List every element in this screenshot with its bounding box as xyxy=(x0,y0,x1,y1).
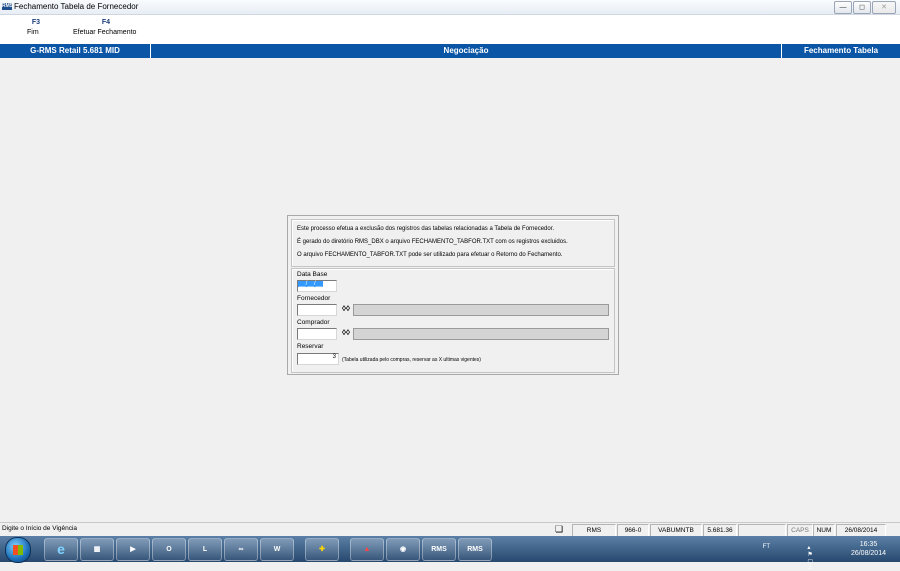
tray-icons[interactable]: ▴ ⚑ ▢ ♫ xyxy=(807,544,816,571)
fornecedor-input[interactable] xyxy=(297,304,337,316)
clock-time: 16:35 xyxy=(859,541,878,548)
status-bar: Digite o Início de Vigência ❏ RMS 966-0 … xyxy=(0,522,900,537)
language-indicator[interactable]: FT xyxy=(763,544,770,550)
ie-icon[interactable]: e xyxy=(44,538,78,561)
maximize-button[interactable]: ◻ xyxy=(853,1,871,14)
data-base-label: Data Base xyxy=(297,271,328,278)
info-line-1: Este processo efetua a exclusão dos regi… xyxy=(297,226,555,232)
data-base-value: __/__/__ xyxy=(298,281,324,287)
binoculars-search-icon[interactable]: ◊◊ xyxy=(341,328,351,338)
system-version: G-RMS Retail 5.681 MID xyxy=(0,44,151,58)
reservar-note: (Tabela utilizada pelo compras, reservar… xyxy=(342,357,481,363)
reservar-label: Reservar xyxy=(297,343,324,350)
f4-key: F4 xyxy=(101,19,111,26)
info-bar: G-RMS Retail 5.681 MID Negociação Fecham… xyxy=(0,43,900,58)
form-panel: Data Base __/__/__ Fornecedor ◊◊ Comprad… xyxy=(291,268,615,373)
reservar-input[interactable]: 3 xyxy=(297,353,339,365)
fornecedor-label: Fornecedor xyxy=(297,295,331,302)
rms-app-icon: RMS xyxy=(2,3,14,10)
word-icon[interactable]: W xyxy=(260,538,294,561)
lync-icon[interactable]: L xyxy=(188,538,222,561)
f3-fim-button[interactable]: F3 Fim xyxy=(22,19,50,36)
info-line-2: É gerado do diretório RMS_DBX o arquivo … xyxy=(297,239,568,245)
comprador-label: Comprador xyxy=(297,319,330,326)
f4-efetuar-fechamento-button[interactable]: F4 Efetuar Fechamento xyxy=(68,19,144,36)
f3-key: F3 xyxy=(31,19,41,26)
explorer-icon[interactable]: ▦ xyxy=(80,538,114,561)
outlook-icon[interactable]: O xyxy=(152,538,186,561)
minimize-button[interactable]: — xyxy=(834,1,852,14)
module-name: Negociação xyxy=(151,44,782,58)
binoculars-search-icon[interactable]: ◊◊ xyxy=(341,304,351,314)
function-name: Fechamento Tabela xyxy=(803,46,879,55)
rms-taskbar-button[interactable]: RMS xyxy=(422,538,456,561)
app-icon[interactable]: ∞ xyxy=(224,538,258,561)
window-controls: — ◻ ✕ xyxy=(834,1,896,14)
comprador-input[interactable] xyxy=(297,328,337,340)
rms-taskbar-button[interactable]: RMS xyxy=(458,538,492,561)
clipboard-icon: ❏ xyxy=(554,524,564,534)
close-button[interactable]: ✕ xyxy=(872,1,896,14)
media-icon[interactable]: ▶ xyxy=(116,538,150,561)
data-base-input[interactable]: __/__/__ xyxy=(297,280,337,292)
function-key-bar: F3 Fim F4 Efetuar Fechamento xyxy=(0,15,900,43)
clock-date: 26/08/2014 xyxy=(850,550,886,557)
info-panel: Este processo efetua a exclusão dos regi… xyxy=(291,219,615,267)
install-icon[interactable]: ✚ xyxy=(305,538,339,561)
f3-label: Fim xyxy=(27,29,39,36)
fechamento-dialog: Este processo efetua a exclusão dos regi… xyxy=(287,215,619,375)
f4-label: Efetuar Fechamento xyxy=(73,29,137,36)
start-button[interactable] xyxy=(5,537,31,563)
fornecedor-name-display xyxy=(353,304,609,316)
info-line-3: O arquivo FECHAMENTO_TABFOR.TXT pode ser… xyxy=(297,252,563,258)
network-icon[interactable]: ◉ xyxy=(386,538,420,561)
comprador-name-display xyxy=(353,328,609,340)
windows-taskbar: e ▦ ▶ O L ∞ W ✚ ▲ ◉ RMS RMS FT ▴ ⚑ ▢ ♫ 1… xyxy=(0,536,900,571)
status-message: Digite o Início de Vigência xyxy=(2,525,78,532)
title-bar: RMS Fechamento Tabela de Fornecedor — ◻ … xyxy=(0,0,900,15)
clock[interactable]: 16:35 26/08/2014 xyxy=(851,540,886,558)
pdf-icon[interactable]: ▲ xyxy=(350,538,384,561)
window-title: Fechamento Tabela de Fornecedor xyxy=(14,2,139,11)
